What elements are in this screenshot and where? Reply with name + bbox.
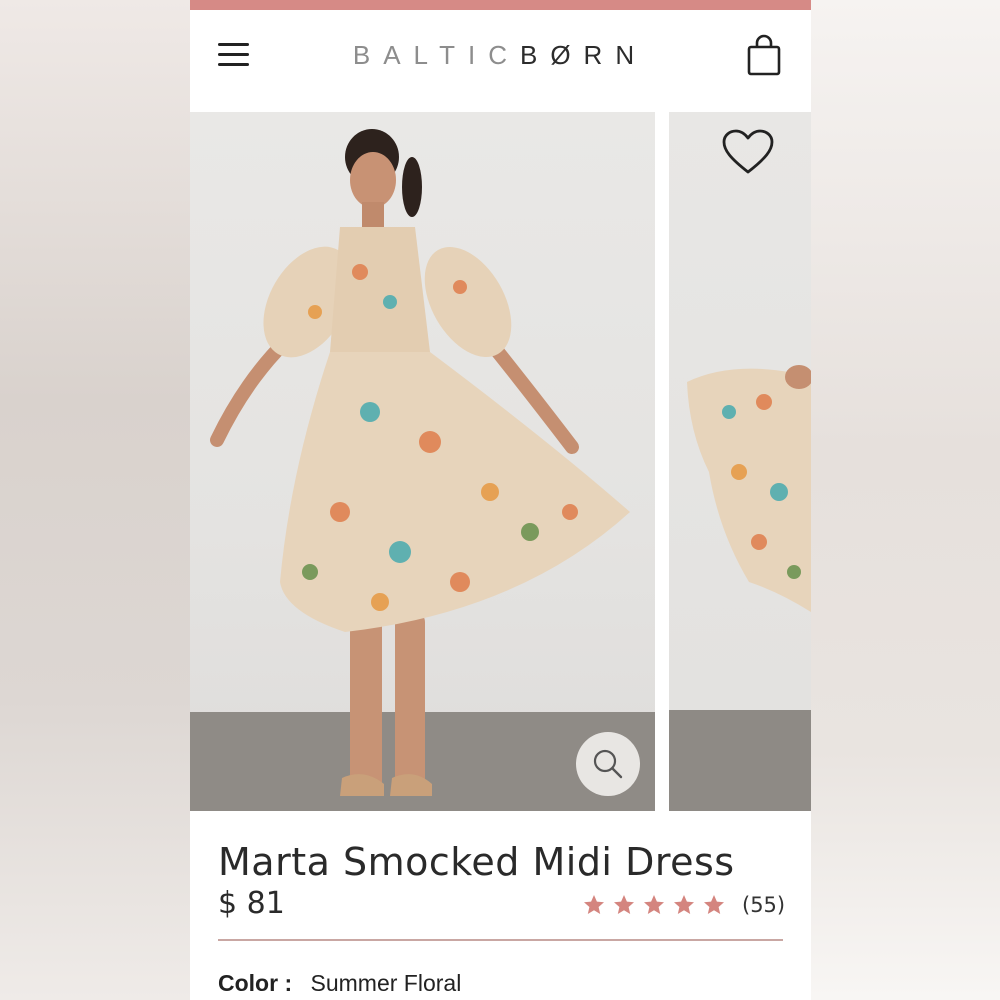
hamburger-menu-icon [218, 43, 249, 46]
review-count: (55) [742, 893, 786, 917]
star-icon [704, 895, 724, 914]
product-price: $ 81 [218, 886, 285, 921]
magnifier-icon [593, 749, 623, 779]
hamburger-line [218, 53, 249, 56]
shopping-bag-icon [747, 34, 781, 76]
color-value: Summer Floral [310, 970, 462, 996]
star-icon [674, 895, 694, 914]
star-icon [584, 895, 604, 914]
accent-top-bar [190, 0, 811, 10]
color-selector[interactable]: Color : Summer Floral [218, 970, 461, 997]
dress-detail [687, 365, 811, 612]
product-image-main[interactable] [190, 112, 655, 811]
product-rating[interactable]: (55) [582, 890, 785, 920]
brand-logo[interactable]: BALTICBØRN [310, 38, 690, 72]
favorite-button[interactable] [720, 128, 776, 178]
menu-button[interactable] [216, 40, 252, 70]
background-right [811, 0, 1000, 1000]
model-figure [210, 129, 630, 796]
color-label: Color : [218, 970, 293, 996]
star-icon [614, 895, 634, 914]
star-icon [644, 895, 664, 914]
brand-logo-part2: BØRN [519, 40, 648, 70]
product-page: BALTICBØRN Marta Smocked Midi Dress $ 81… [190, 0, 811, 1000]
hamburger-line [218, 63, 249, 66]
heart-icon [722, 129, 774, 174]
background-left [0, 0, 190, 1000]
brand-logo-part1: BALTIC [352, 40, 520, 70]
zoom-button[interactable] [576, 732, 640, 796]
product-image-next[interactable] [669, 112, 811, 811]
product-title: Marta Smocked Midi Dress [218, 840, 735, 884]
divider [218, 939, 783, 941]
site-header: BALTICBØRN [190, 10, 811, 112]
cart-button[interactable] [744, 34, 784, 78]
